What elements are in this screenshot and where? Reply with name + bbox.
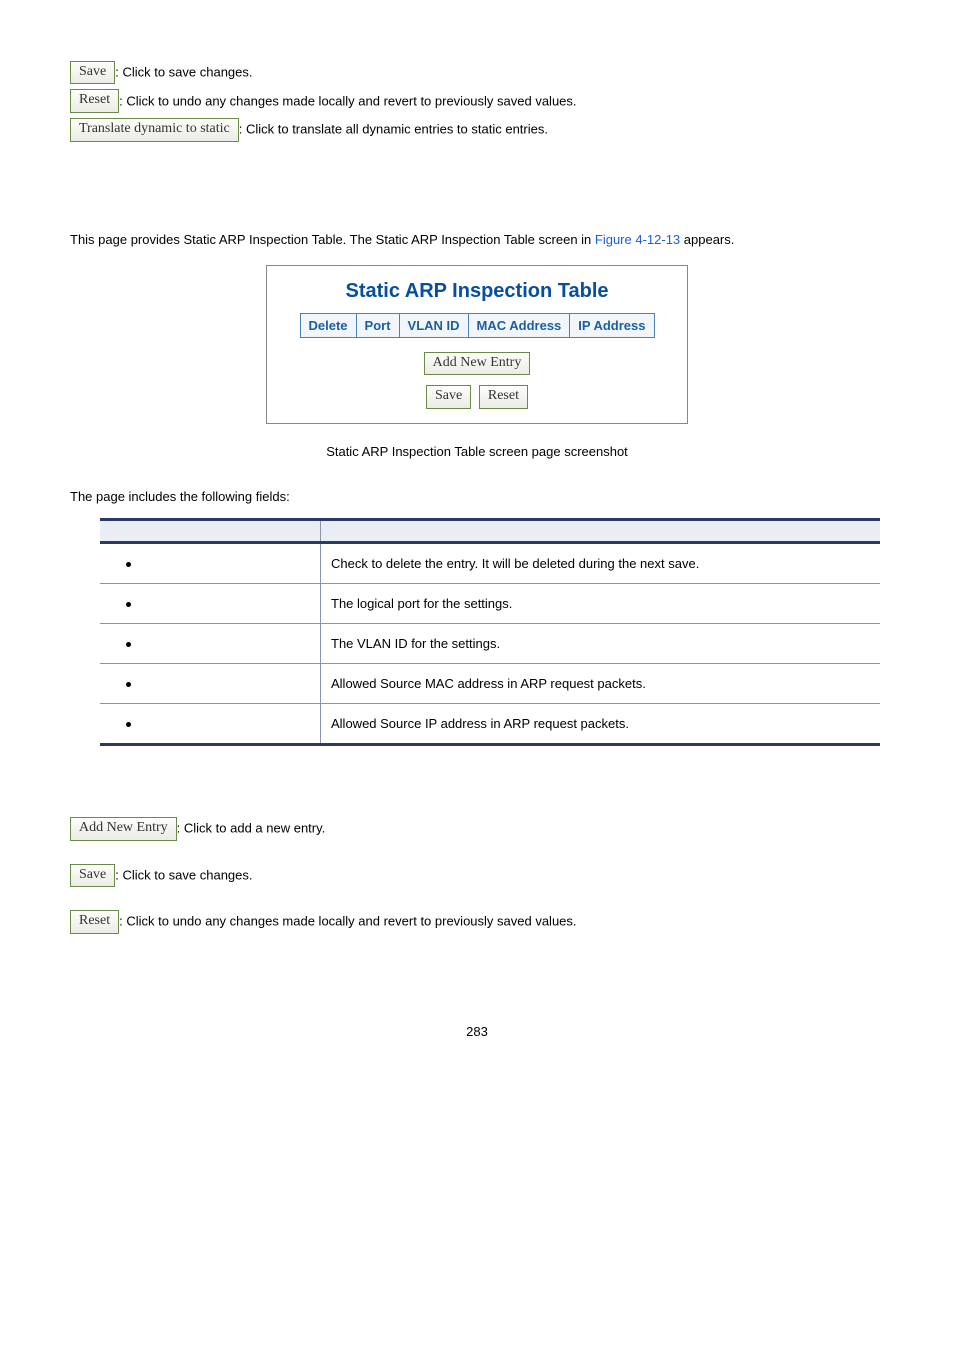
row-desc: Check to delete the entry. It will be de… — [321, 543, 881, 584]
reset-desc-2: : Click to undo any changes made locally… — [119, 914, 576, 929]
col-vlanid: VLAN ID — [399, 313, 468, 337]
page-number: 283 — [70, 1024, 884, 1039]
fields-h1 — [100, 520, 321, 543]
screenshot-panel: Static ARP Inspection Table Delete Port … — [266, 265, 688, 425]
row-desc: The logical port for the settings. — [321, 584, 881, 624]
bullet-icon — [126, 562, 131, 567]
add-entry-button-image: Add New Entry — [70, 817, 177, 841]
screenshot-save-button: Save — [426, 385, 471, 409]
bullet-icon — [126, 722, 131, 727]
screenshot-header-table: Delete Port VLAN ID MAC Address IP Addre… — [300, 313, 655, 338]
intro-pre: This page provides Static ARP Inspection… — [70, 232, 595, 247]
bullet-icon — [126, 602, 131, 607]
fields-table: Check to delete the entry. It will be de… — [100, 518, 880, 746]
translate-button-image: Translate dynamic to static — [70, 118, 239, 142]
bullet-icon — [126, 642, 131, 647]
save-button-image: Save — [70, 61, 115, 85]
intro-post: appears. — [680, 232, 734, 247]
table-row: Allowed Source IP address in ARP request… — [100, 704, 880, 745]
row-desc: Allowed Source IP address in ARP request… — [321, 704, 881, 745]
save-button-image-2: Save — [70, 864, 115, 888]
add-entry-desc: : Click to add a new entry. — [177, 821, 326, 836]
figure-ref-link[interactable]: Figure 4-12-13 — [595, 232, 680, 247]
row-desc: Allowed Source MAC address in ARP reques… — [321, 664, 881, 704]
screenshot-add-button: Add New Entry — [424, 352, 531, 376]
save-desc-2: : Click to save changes. — [115, 867, 252, 882]
screenshot-caption: Static ARP Inspection Table screen page … — [70, 444, 884, 459]
screenshot-title: Static ARP Inspection Table — [277, 280, 677, 303]
table-row: Allowed Source MAC address in ARP reques… — [100, 664, 880, 704]
save-desc: : Click to save changes. — [115, 65, 252, 80]
col-port: Port — [356, 313, 399, 337]
screenshot-reset-button: Reset — [479, 385, 528, 409]
bullet-icon — [126, 682, 131, 687]
table-row: The logical port for the settings. — [100, 584, 880, 624]
row-desc: The VLAN ID for the settings. — [321, 624, 881, 664]
reset-button-image-2: Reset — [70, 910, 119, 934]
fields-h2 — [321, 520, 881, 543]
fields-intro: The page includes the following fields: — [70, 489, 884, 504]
table-row: Check to delete the entry. It will be de… — [100, 543, 880, 584]
translate-desc: : Click to translate all dynamic entries… — [239, 122, 548, 137]
table-row: The VLAN ID for the settings. — [100, 624, 880, 664]
reset-desc: : Click to undo any changes made locally… — [119, 93, 576, 108]
reset-button-image: Reset — [70, 89, 119, 113]
col-ip: IP Address — [570, 313, 654, 337]
col-delete: Delete — [300, 313, 356, 337]
section-intro: This page provides Static ARP Inspection… — [70, 232, 884, 247]
col-mac: MAC Address — [468, 313, 570, 337]
